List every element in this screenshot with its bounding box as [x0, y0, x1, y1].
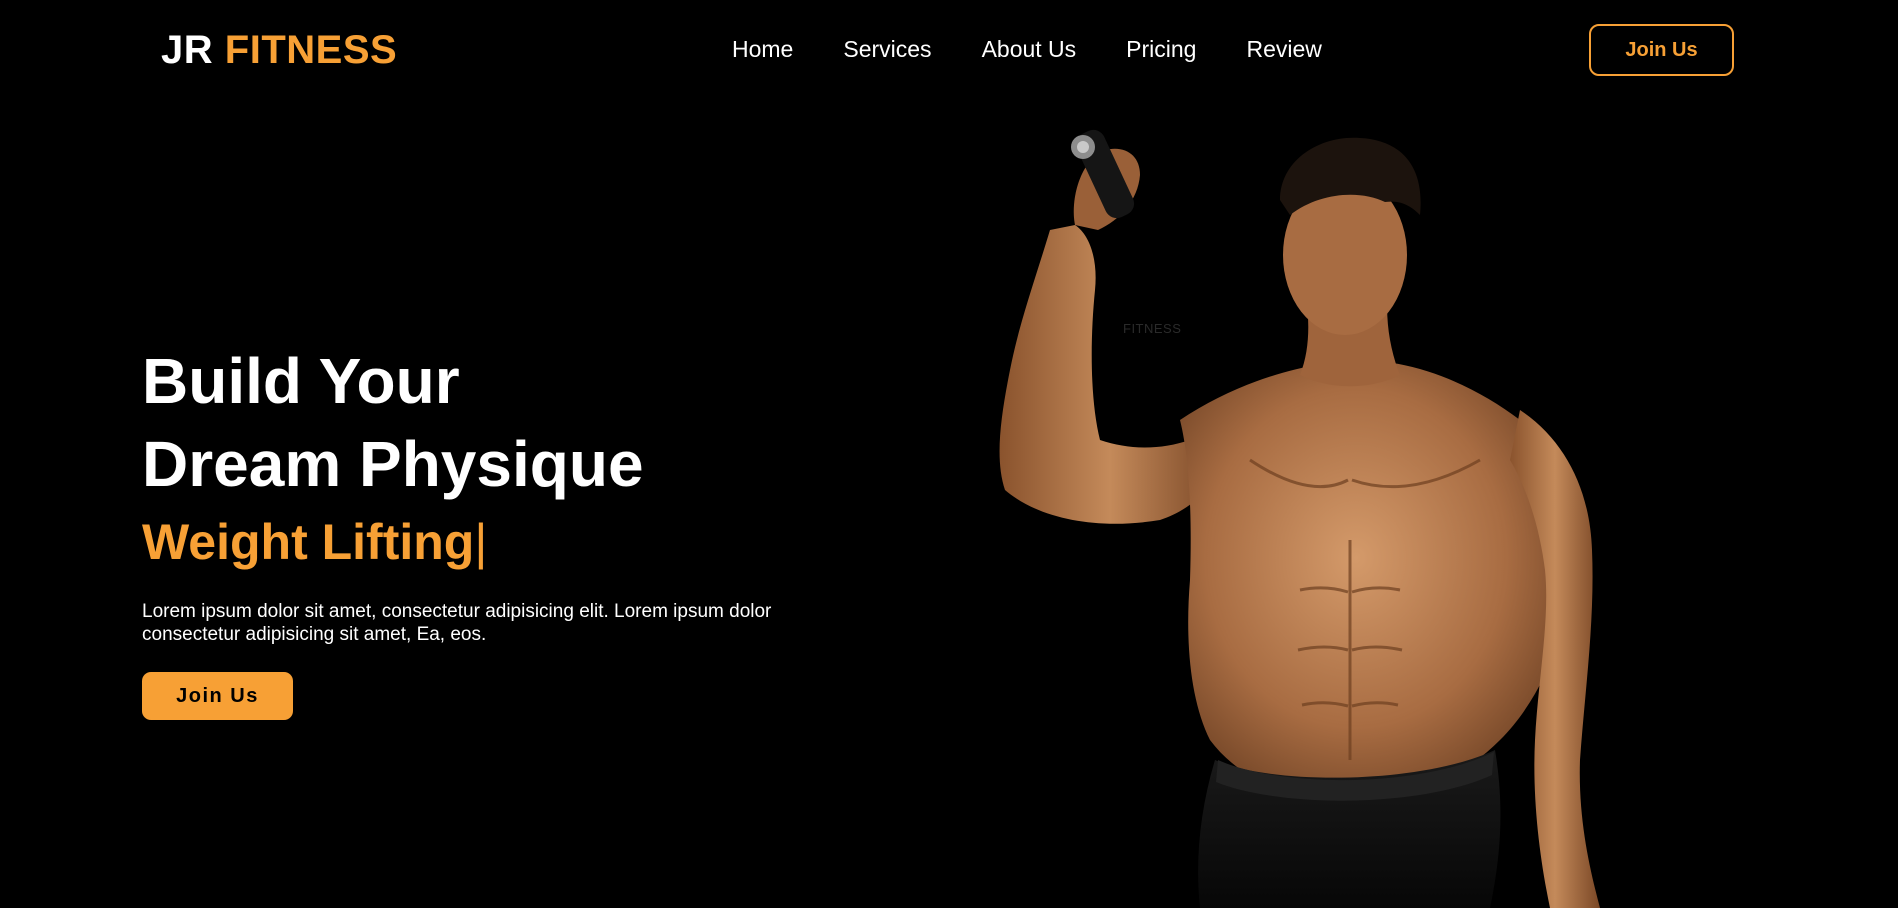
nav-link-pricing[interactable]: Pricing	[1126, 36, 1196, 62]
brand-logo[interactable]: JR FITNESS	[161, 27, 397, 73]
nav-item-review: Review	[1246, 36, 1321, 62]
hero-join-button[interactable]: Join Us	[142, 672, 293, 720]
image-watermark: FITNESS	[1123, 321, 1182, 336]
nav-item-about: About Us	[982, 36, 1127, 62]
torso-shape	[1180, 360, 1571, 800]
nav-item-services: Services	[843, 36, 981, 62]
nav-link-services[interactable]: Services	[843, 36, 931, 62]
navbar: JR FITNESS Home Services About Us Pricin…	[0, 0, 1898, 100]
nav-join-button[interactable]: Join Us	[1589, 24, 1734, 76]
nav-item-home: Home	[732, 36, 843, 62]
typed-subtitle: Weight Lifting|	[142, 512, 842, 572]
brand-logo-part2: FITNESS	[224, 28, 398, 72]
typed-cursor: |	[474, 514, 488, 570]
nav-link-review[interactable]: Review	[1246, 36, 1321, 62]
brand-logo-part1: JR	[161, 28, 214, 72]
hero-text: Build Your Dream Physique Weight Lifting…	[142, 340, 842, 720]
nav-links: Home Services About Us Pricing Review	[732, 36, 1322, 62]
nav-item-pricing: Pricing	[1126, 36, 1246, 62]
hero-title: Build Your Dream Physique	[142, 340, 842, 506]
typed-text: Weight Lifting	[142, 514, 475, 570]
nav-link-home[interactable]: Home	[732, 36, 793, 62]
raised-arm-shape	[999, 225, 1220, 524]
hero-image	[999, 129, 1600, 908]
nav-link-about[interactable]: About Us	[982, 36, 1077, 62]
hero-title-line2: Dream Physique	[142, 428, 644, 500]
hero-description: Lorem ipsum dolor sit amet, consectetur …	[142, 601, 772, 645]
hero-title-line1: Build Your	[142, 345, 460, 417]
